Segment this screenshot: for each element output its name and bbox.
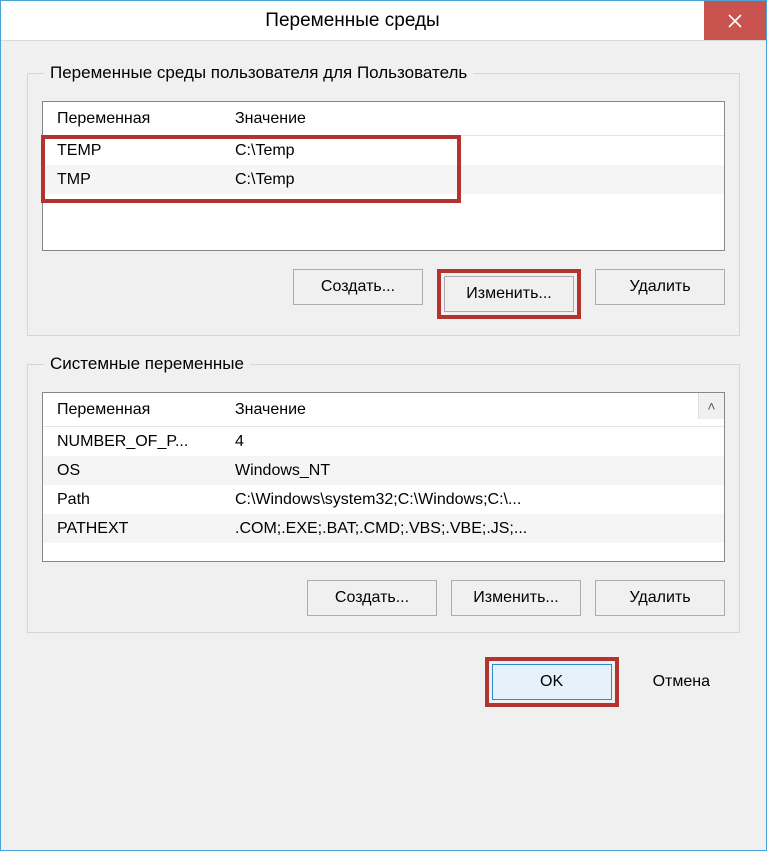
create-button[interactable]: Создать... xyxy=(293,269,423,305)
scroll-up-button[interactable]: ˄ xyxy=(698,393,724,419)
table-row[interactable]: Path C:\Windows\system32;C:\Windows;C:\.… xyxy=(43,485,724,514)
user-vars-list[interactable]: Переменная Значение TEMP C:\Temp TMP C:\… xyxy=(42,101,725,251)
table-row[interactable]: NUMBER_OF_P... 4 xyxy=(43,427,724,456)
system-vars-list[interactable]: Переменная Значение NUMBER_OF_P... 4 OS … xyxy=(42,392,725,562)
delete-button[interactable]: Удалить xyxy=(595,269,725,305)
titlebar: Переменные среды xyxy=(1,1,766,41)
ok-button[interactable]: OK xyxy=(492,664,612,700)
var-name: TMP xyxy=(43,171,227,189)
dialog-footer: OK Отмена xyxy=(27,657,740,707)
var-name: NUMBER_OF_P... xyxy=(43,433,227,451)
var-value: C:\Temp xyxy=(227,142,724,160)
var-value: Windows_NT xyxy=(227,462,724,480)
table-row[interactable]: PATHEXT .COM;.EXE;.BAT;.CMD;.VBS;.VBE;.J… xyxy=(43,514,724,543)
highlight-annotation: Изменить... xyxy=(437,269,581,319)
dialog-body: Переменные среды пользователя для Пользо… xyxy=(1,41,766,850)
var-value: C:\Windows\system32;C:\Windows;C:\... xyxy=(227,491,724,509)
var-value: 4 xyxy=(227,433,724,451)
edit-button[interactable]: Изменить... xyxy=(451,580,581,616)
system-vars-legend: Системные переменные xyxy=(44,354,250,374)
var-name: PATHEXT xyxy=(43,520,227,538)
user-vars-legend: Переменные среды пользователя для Пользо… xyxy=(44,63,473,83)
col-value[interactable]: Значение xyxy=(227,110,724,128)
col-variable[interactable]: Переменная xyxy=(43,401,227,419)
delete-button[interactable]: Удалить xyxy=(595,580,725,616)
table-row[interactable]: TMP C:\Temp xyxy=(43,165,724,194)
var-name: OS xyxy=(43,462,227,480)
var-name: TEMP xyxy=(43,142,227,160)
user-vars-buttons: Создать... Изменить... Удалить xyxy=(42,269,725,319)
var-value: C:\Temp xyxy=(227,171,724,189)
var-name: Path xyxy=(43,491,227,509)
highlight-annotation: OK xyxy=(485,657,619,707)
table-row[interactable]: TEMP C:\Temp xyxy=(43,136,724,165)
cancel-button[interactable]: Отмена xyxy=(637,664,726,700)
col-value[interactable]: Значение xyxy=(227,401,724,419)
env-vars-dialog: Переменные среды Переменные среды пользо… xyxy=(0,0,767,851)
list-header: Переменная Значение xyxy=(43,393,724,427)
system-vars-buttons: Создать... Изменить... Удалить xyxy=(42,580,725,616)
list-header: Переменная Значение xyxy=(43,102,724,136)
edit-button[interactable]: Изменить... xyxy=(444,276,574,312)
var-value: .COM;.EXE;.BAT;.CMD;.VBS;.VBE;.JS;... xyxy=(227,520,724,538)
user-vars-group: Переменные среды пользователя для Пользо… xyxy=(27,63,740,336)
system-vars-group: Системные переменные Переменная Значение… xyxy=(27,354,740,633)
col-variable[interactable]: Переменная xyxy=(43,110,227,128)
table-row[interactable]: OS Windows_NT xyxy=(43,456,724,485)
window-title: Переменные среды xyxy=(1,1,704,40)
close-button[interactable] xyxy=(704,1,766,40)
chevron-up-icon: ˄ xyxy=(707,398,715,414)
create-button[interactable]: Создать... xyxy=(307,580,437,616)
close-icon xyxy=(727,13,743,29)
